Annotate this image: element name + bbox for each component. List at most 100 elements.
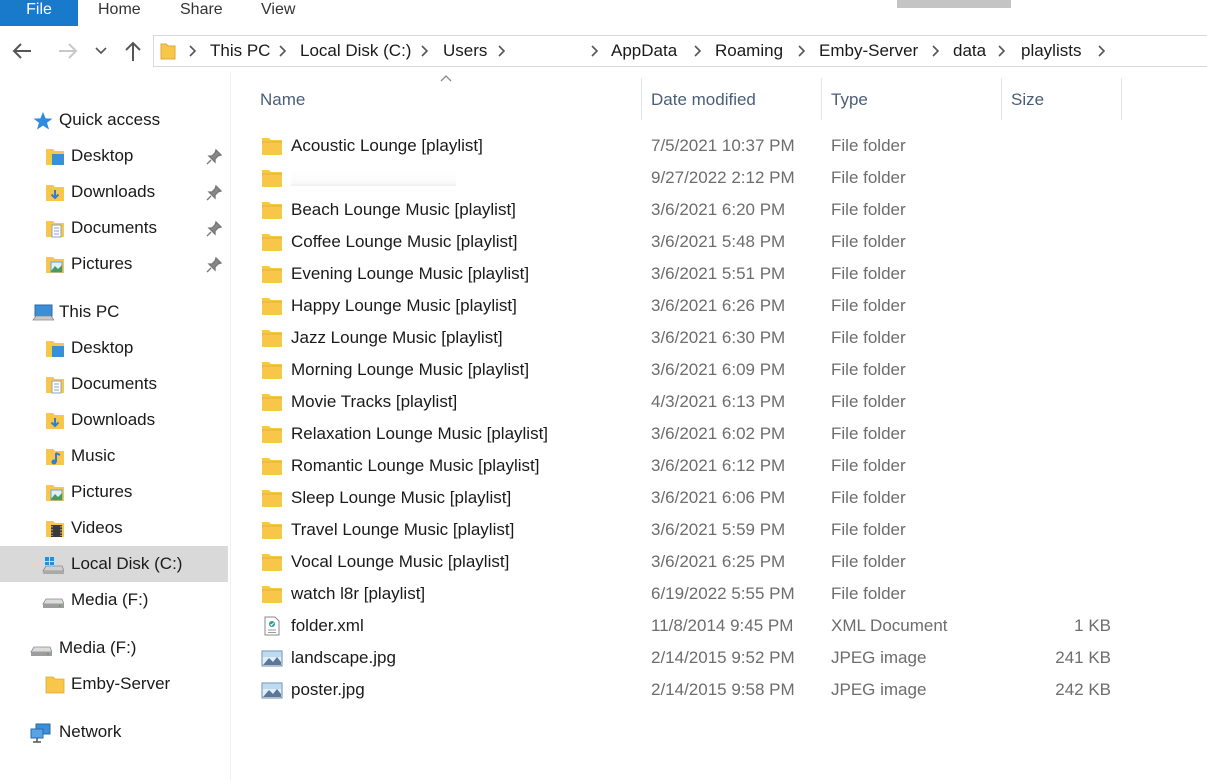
star-icon xyxy=(33,112,53,130)
file-row[interactable]: poster.jpg 2/14/2015 9:58 PM JPEG image 242… xyxy=(251,674,1151,706)
file-row[interactable]: landscape.jpg 2/14/2015 9:52 PM JPEG image… xyxy=(251,642,1151,674)
file-row[interactable]: watch l8r [playlist] 6/19/2022 5:55 PM Fil… xyxy=(251,578,1151,610)
pin-icon[interactable] xyxy=(205,220,223,238)
breadcrumb-roaming[interactable]: Roaming xyxy=(715,36,783,66)
tab-home[interactable]: Home xyxy=(98,0,141,26)
breadcrumb-appdata[interactable]: AppData xyxy=(611,36,677,66)
file-row[interactable]: 9/27/2022 2:12 PM File folder xyxy=(251,162,1151,194)
column-header-name[interactable]: Name xyxy=(260,78,305,122)
breadcrumb-playlists[interactable]: playlists xyxy=(1021,36,1081,66)
sidebar-item-network[interactable]: Network xyxy=(0,714,228,750)
file-row[interactable]: Coffee Lounge Music [playlist] 3/6/2021 5… xyxy=(251,226,1151,258)
folder-icon xyxy=(262,362,282,379)
chevron-right-icon xyxy=(189,45,197,57)
file-row[interactable]: Happy Lounge Music [playlist] 3/6/2021 6:… xyxy=(251,290,1151,322)
sidebar-label: Documents xyxy=(71,374,157,393)
folder-icon xyxy=(262,234,282,251)
sidebar-item-quick-desktop[interactable]: Desktop xyxy=(0,138,228,174)
file-date-modified: 9/27/2022 2:12 PM xyxy=(651,168,795,187)
file-size xyxy=(1011,514,1111,546)
column-divider[interactable] xyxy=(1121,78,1122,120)
pin-icon[interactable] xyxy=(205,148,223,166)
file-row[interactable]: Sleep Lounge Music [playlist] 3/6/2021 6:… xyxy=(251,482,1151,514)
breadcrumb-users[interactable]: Users xyxy=(443,36,487,66)
file-type: File folder xyxy=(831,424,906,443)
breadcrumb-data[interactable]: data xyxy=(953,36,986,66)
sidebar-item-this-pc[interactable]: This PC xyxy=(0,294,228,330)
address-bar[interactable]: This PC Local Disk (C:) Users AppData Ro… xyxy=(153,35,1207,67)
up-button[interactable] xyxy=(119,36,147,66)
sidebar-item-downloads[interactable]: Downloads xyxy=(0,402,228,438)
sidebar-label: Music xyxy=(71,446,116,465)
column-header-date-modified[interactable]: Date modified xyxy=(651,78,756,122)
file-type: File folder xyxy=(831,488,906,507)
file-name: Relaxation Lounge Music [playlist] xyxy=(291,424,549,443)
chevron-right-icon xyxy=(421,45,429,57)
sidebar-label: Downloads xyxy=(71,182,156,201)
file-row[interactable]: Beach Lounge Music [playlist] 3/6/2021 6:… xyxy=(251,194,1151,226)
sidebar-item-quick-access[interactable]: Quick access xyxy=(0,102,228,138)
file-size xyxy=(1011,546,1111,578)
sidebar-item-documents[interactable]: Documents xyxy=(0,366,228,402)
file-row[interactable]: Travel Lounge Music [playlist] 3/6/2021 5… xyxy=(251,514,1151,546)
file-row[interactable]: Jazz Lounge Music [playlist] 3/6/2021 6:3… xyxy=(251,322,1151,354)
file-row[interactable]: Morning Lounge Music [playlist] 3/6/2021 … xyxy=(251,354,1151,386)
folder-icon xyxy=(262,170,282,187)
file-type: File folder xyxy=(831,552,906,571)
file-row[interactable]: Romantic Lounge Music [playlist] 3/6/2021… xyxy=(251,450,1151,482)
column-divider[interactable] xyxy=(641,78,642,120)
column-divider[interactable] xyxy=(1001,78,1002,120)
sidebar-label: Quick access xyxy=(59,110,161,129)
recent-locations-button[interactable] xyxy=(88,36,114,66)
file-type: File folder xyxy=(831,200,906,219)
sidebar-item-emby-server[interactable]: Emby-Server xyxy=(0,666,228,702)
sidebar-item-quick-downloads[interactable]: Downloads xyxy=(0,174,228,210)
file-row[interactable]: Vocal Lounge Music [playlist] 3/6/2021 6:… xyxy=(251,546,1151,578)
sidebar-item-videos[interactable]: Videos xyxy=(0,510,228,546)
music-folder-icon xyxy=(46,449,64,465)
sidebar-item-pictures[interactable]: Pictures xyxy=(0,474,228,510)
sidebar-item-media-drive-pc[interactable]: Media (F:) xyxy=(0,582,228,618)
file-name: Morning Lounge Music [playlist] xyxy=(291,360,530,379)
documents-folder-icon xyxy=(46,221,64,238)
pin-icon[interactable] xyxy=(205,184,223,202)
file-type: File folder xyxy=(831,136,906,155)
tab-file[interactable]: File xyxy=(0,0,78,26)
pin-icon[interactable] xyxy=(205,256,223,274)
videos-folder-icon xyxy=(46,521,64,537)
back-button[interactable] xyxy=(8,36,36,66)
sidebar-label: Pictures xyxy=(71,254,133,273)
file-row[interactable]: Movie Tracks [playlist] 4/3/2021 6:13 PM F… xyxy=(251,386,1151,418)
file-type: File folder xyxy=(831,168,906,187)
file-name: poster.jpg xyxy=(291,680,365,699)
file-name: folder.xml xyxy=(291,616,364,635)
file-row[interactable]: Relaxation Lounge Music [playlist] 3/6/20… xyxy=(251,418,1151,450)
column-divider[interactable] xyxy=(821,78,822,120)
file-type: File folder xyxy=(831,328,906,347)
file-date-modified: 3/6/2021 6:12 PM xyxy=(651,456,786,475)
tab-view[interactable]: View xyxy=(261,0,295,26)
sidebar-item-local-disk[interactable]: Local Disk (C:) xyxy=(0,546,228,582)
file-name: watch l8r [playlist] xyxy=(291,584,426,603)
breadcrumb-local-disk[interactable]: Local Disk (C:) xyxy=(300,36,411,66)
tab-share[interactable]: Share xyxy=(180,0,223,26)
breadcrumb-this-pc[interactable]: This PC xyxy=(210,36,270,66)
breadcrumb-redacted-user[interactable] xyxy=(516,36,586,66)
file-row[interactable]: folder.xml 11/8/2014 9:45 PM XML Document 1… xyxy=(251,610,1151,642)
column-header-type[interactable]: Type xyxy=(831,78,868,122)
pane-divider[interactable] xyxy=(230,72,231,780)
sidebar-item-quick-documents[interactable]: Documents xyxy=(0,210,228,246)
file-date-modified: 11/8/2014 9:45 PM xyxy=(651,616,794,635)
column-header-size[interactable]: Size xyxy=(1011,78,1044,122)
breadcrumb-emby-server[interactable]: Emby-Server xyxy=(819,36,918,66)
sidebar-label: Pictures xyxy=(71,482,133,501)
sidebar-item-desktop[interactable]: Desktop xyxy=(0,330,228,366)
sidebar-item-media-drive[interactable]: Media (F:) xyxy=(0,630,228,666)
file-row[interactable]: Acoustic Lounge [playlist] 7/5/2021 10:37… xyxy=(251,130,1151,162)
forward-button[interactable] xyxy=(54,36,82,66)
ribbon: File Home Share View xyxy=(0,0,1207,26)
file-row[interactable]: Evening Lounge Music [playlist] 3/6/2021 … xyxy=(251,258,1151,290)
sidebar-label: Desktop xyxy=(71,146,134,165)
sidebar-item-music[interactable]: Music xyxy=(0,438,228,474)
sidebar-item-quick-pictures[interactable]: Pictures xyxy=(0,246,228,282)
